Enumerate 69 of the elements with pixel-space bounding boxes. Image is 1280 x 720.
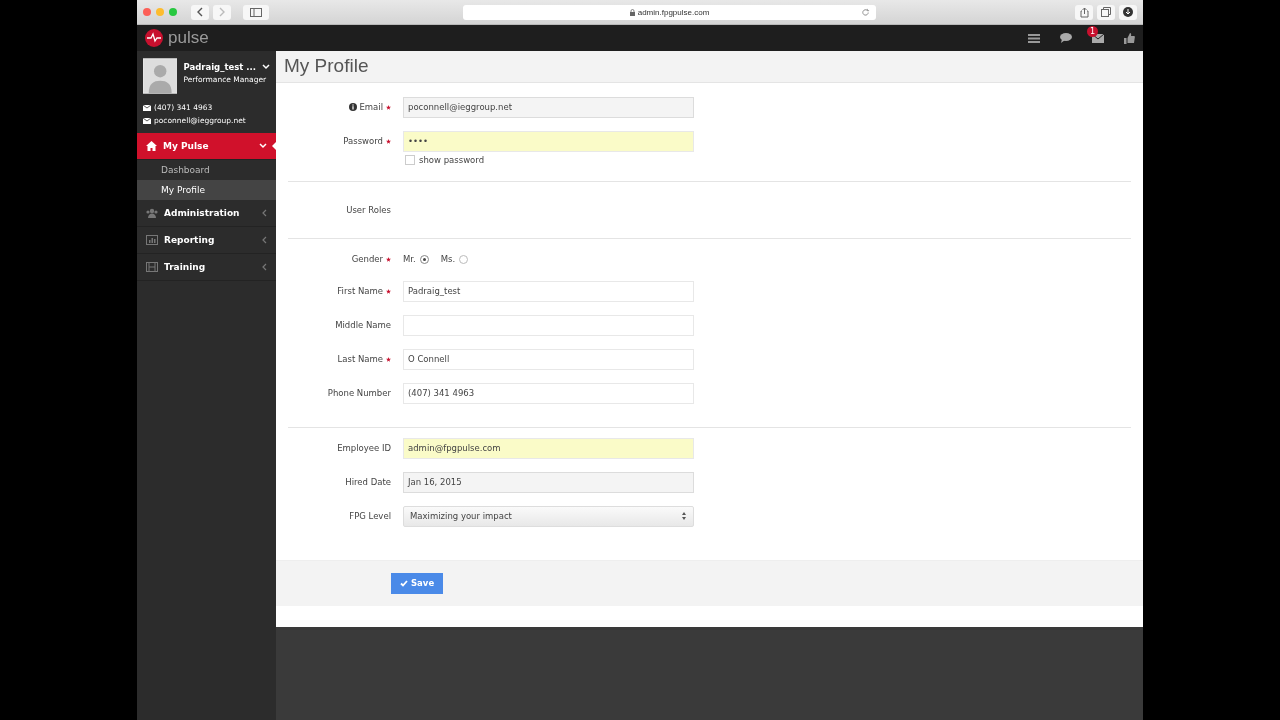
input-field[interactable]: Padraig_test <box>403 280 694 302</box>
field-label: Middle Name <box>335 320 391 331</box>
thumbs-up-icon[interactable] <box>1124 32 1135 44</box>
share-button[interactable] <box>1075 4 1094 20</box>
radio-button[interactable] <box>459 254 469 264</box>
chevron-left-icon <box>262 209 267 217</box>
required-icon <box>386 356 391 362</box>
info-icon <box>349 103 358 112</box>
field-label: Password <box>343 136 383 147</box>
list-icon[interactable] <box>1028 33 1040 43</box>
required-icon <box>386 138 391 144</box>
download-button[interactable] <box>1119 4 1138 20</box>
tabs-icon <box>1101 7 1112 17</box>
chevron-left-icon <box>262 263 267 271</box>
input-field[interactable]: •••• <box>403 130 694 152</box>
required-icon <box>386 288 391 294</box>
radio-label[interactable]: Ms. <box>440 254 456 265</box>
up-down-arrows-icon <box>681 511 687 522</box>
field-label: Email <box>359 102 383 113</box>
sidebar-icon <box>249 7 262 17</box>
envelope-icon <box>143 104 151 111</box>
input-field[interactable]: poconnell@ieggroup.net <box>403 96 694 118</box>
nav-item[interactable]: My Pulse <box>137 133 276 160</box>
input-field[interactable]: admin@fpgpulse.com <box>403 437 694 459</box>
film-icon <box>146 262 158 272</box>
share-icon <box>1079 6 1089 18</box>
home-icon <box>146 141 157 151</box>
users-icon <box>146 208 158 218</box>
required-icon <box>386 256 391 262</box>
avatar-icon <box>143 58 178 94</box>
nav-subitem[interactable]: Dashboard <box>137 160 276 180</box>
user-name[interactable]: Padraig_test ... <box>183 62 256 72</box>
field-label: Employee ID <box>337 443 391 454</box>
chevron-left-icon <box>195 7 204 17</box>
back-button[interactable] <box>191 4 209 20</box>
lock-icon <box>629 8 635 16</box>
radio-label[interactable]: Mr. <box>403 254 416 265</box>
address-bar[interactable]: admin.fpgpulse.com <box>462 4 877 20</box>
nav-subitem[interactable]: My Profile <box>137 180 276 200</box>
field-label: FPG Level <box>349 511 391 522</box>
page-title: My Profile <box>284 55 369 78</box>
checkbox-label[interactable]: show password <box>419 154 485 165</box>
download-icon <box>1123 7 1134 17</box>
app-logo[interactable]: pulse <box>168 28 209 48</box>
bar-chart-icon <box>146 235 158 245</box>
checkmark-icon <box>400 579 408 587</box>
chevron-right-icon <box>217 7 226 17</box>
input-field[interactable]: Jan 16, 2015 <box>403 471 694 493</box>
required-icon <box>386 104 391 110</box>
input-field[interactable]: (407) 341 4963 <box>403 382 694 404</box>
field-label: First Name <box>337 286 383 297</box>
sidebar-toggle-button[interactable] <box>242 4 269 20</box>
field-label: Last Name <box>337 354 383 365</box>
checkbox[interactable] <box>405 154 415 165</box>
field-label: Hired Date <box>345 477 391 488</box>
pulse-logo-icon <box>145 29 163 47</box>
radio-button[interactable] <box>419 254 429 264</box>
chevron-down-icon[interactable] <box>262 64 270 70</box>
notification-badge: 1 <box>1087 25 1098 37</box>
input-field[interactable]: O Connell <box>403 348 694 370</box>
tabs-button[interactable] <box>1097 4 1116 20</box>
envelope-icon <box>143 117 151 124</box>
select-field[interactable]: Maximizing your impact <box>403 505 694 527</box>
chevron-left-icon <box>262 236 267 244</box>
chevron-down-icon <box>259 143 267 149</box>
chat-icon[interactable] <box>1060 33 1072 43</box>
field-label: Phone Number <box>327 388 391 399</box>
field-label: User Roles <box>346 204 391 215</box>
field-label: Gender <box>351 254 383 265</box>
